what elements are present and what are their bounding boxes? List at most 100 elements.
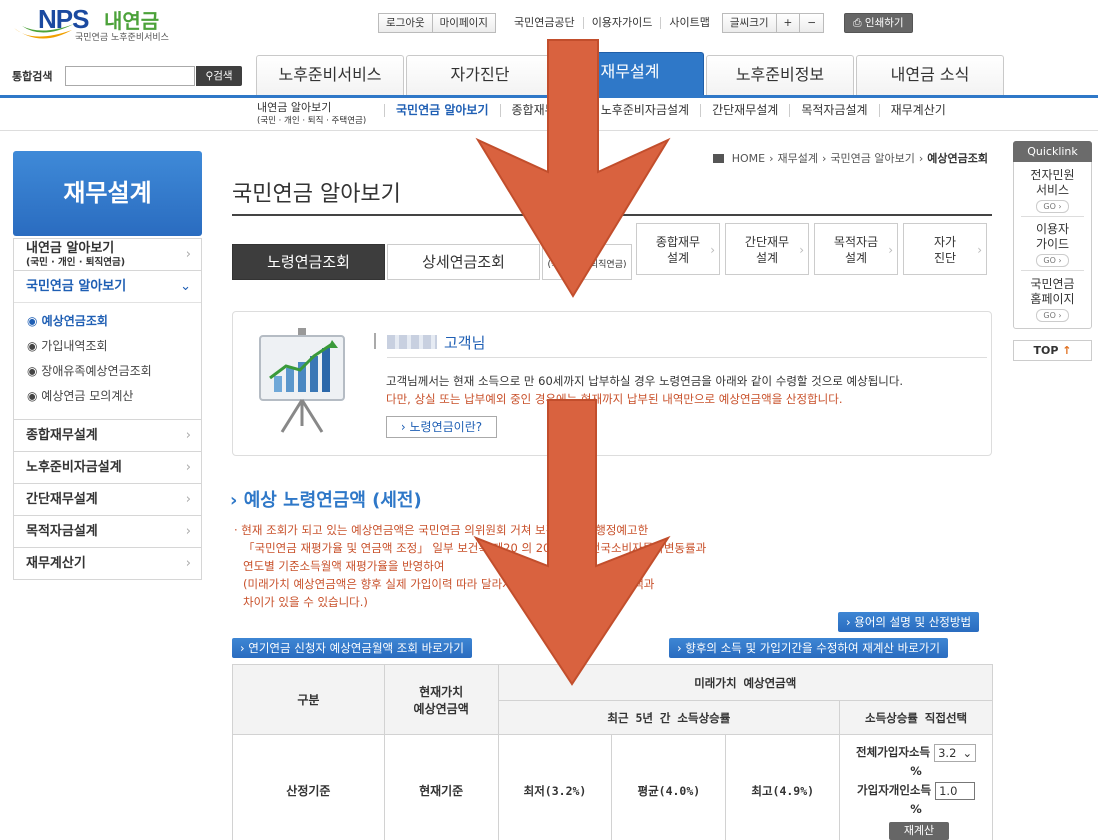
lnb-item-label: 목적자금설계 <box>26 524 98 539</box>
quicklink-label: 국민연금 <box>1030 277 1075 291</box>
th-present-value-l1: 현재가치 <box>419 684 464 699</box>
lnb-item-national-pension[interactable]: 국민연금 알아보기 ⌄ <box>14 270 201 302</box>
go-label: GO <box>1043 202 1056 211</box>
tab-detail-pension[interactable]: 상세연금조회 <box>387 244 540 280</box>
lnb-item-national-pension-label: 국민연금 알아보기 <box>26 279 127 294</box>
subnav-my-pension[interactable]: 내연금 알아보기 <box>257 102 331 113</box>
top-label: TOP <box>1033 344 1059 357</box>
home-icon <box>712 153 724 163</box>
rate-low: 최저(3.2%) <box>497 734 613 840</box>
what-is-pension-button[interactable]: › 노령연금이란? <box>386 416 497 438</box>
recalculate-link-button[interactable]: › 향후의 소득 및 가입기간을 수정하여 재계산 바로가기 <box>669 638 948 658</box>
logout-button[interactable]: 로그아웃 <box>378 12 433 33</box>
quicklink-e-service[interactable]: 전자민원 서비스 GO › <box>1013 168 1092 213</box>
lnb-item-retirement-fund[interactable]: 노후준비자금설계 › <box>14 451 201 483</box>
search-input[interactable] <box>65 66 195 86</box>
tab-comprehensive[interactable]: 종합재무 설계 › <box>636 223 720 275</box>
breadcrumb-item[interactable]: 재무설계 <box>778 150 818 166</box>
quicklink-label: 이용자 <box>1035 222 1070 236</box>
mypage-button[interactable]: 마이페이지 <box>432 12 496 33</box>
quicklink-nps-homepage[interactable]: 국민연금 홈페이지 GO › <box>1013 277 1092 322</box>
divider <box>374 333 376 349</box>
lnb-item-calculator[interactable]: 재무계산기 › <box>14 547 201 579</box>
terms-button[interactable]: › 용어의 설명 및 산정방법 <box>838 612 980 632</box>
subnav-purpose-fund[interactable]: 목적자금설계 <box>789 104 878 117</box>
lnb-item-comprehensive[interactable]: 종합재무설계 › <box>14 419 201 451</box>
tab-label: 종합재무 <box>655 235 701 249</box>
top-button[interactable]: TOP ↑ <box>1013 340 1092 361</box>
bullet-icon: ◉ <box>27 314 42 328</box>
breadcrumb-item[interactable]: 국민연금 알아보기 <box>830 150 914 166</box>
tab-label: 설계 <box>844 251 868 265</box>
what-is-pension-label: 노령연금이란? <box>409 420 483 434</box>
breadcrumb-current: 예상연금조회 <box>927 152 988 165</box>
section-title: › 예상 노령연금액 (세전) <box>230 486 422 512</box>
gnb-tab-self-diagnosis[interactable]: 자가진단 <box>406 55 554 95</box>
tab-label: 설계 <box>666 251 690 265</box>
print-button[interactable]: ⎙ 인쇄하기 <box>844 12 913 33</box>
nps-link[interactable]: 국민연금공단 <box>506 16 583 29</box>
lnb-item-label: 노후준비자금설계 <box>26 460 122 475</box>
chevron-right-icon: › <box>185 492 191 507</box>
quicklink-label: 전자민원 <box>1030 168 1075 182</box>
tab-simple[interactable]: 간단재무설계 › <box>725 223 809 275</box>
lnb-sub-label: 장애유족예상연금조회 <box>41 364 152 378</box>
note-line: · 현재 조회가 되고 있는 예상연금액은 국민연금 의위원회 거쳐 보건 부에… <box>234 523 649 537</box>
sitemap-link[interactable]: 사이트맵 <box>660 16 717 29</box>
lnb-item-simple[interactable]: 간단재무설계 › <box>14 483 201 515</box>
subnav-my-pension-sub: (국민 · 개인 · 퇴직 · 주택연금) <box>257 116 367 126</box>
personal-income-input[interactable]: 1.0 <box>935 781 976 800</box>
tab-old-age-pension[interactable]: 노령연금조회 <box>232 244 385 280</box>
gnb-tab-financial-planning[interactable]: 재무설계 <box>556 52 704 96</box>
lnb-sub-subscription[interactable]: ◉ 가입내역조회 <box>27 334 189 359</box>
subnav-national-pension[interactable]: 국민연금 알아보기 <box>384 104 500 117</box>
chevron-down-icon: ⌄ <box>962 745 973 760</box>
all-income-select[interactable]: 3.2 ⌄ <box>934 743 977 762</box>
sub-nav: 국민연금 알아보기 종합재무설계 노후준비자금설계 간단재무설계 목적자금설계 … <box>384 104 957 117</box>
tab-self-diagnosis[interactable]: 자가 진단 › <box>903 223 987 275</box>
divider <box>1021 216 1084 217</box>
lnb-sub-label: 가입내역조회 <box>41 339 108 353</box>
pct-label: % <box>910 802 922 816</box>
go-label: GO <box>1043 256 1056 265</box>
subnav-simple[interactable]: 간단재무설계 <box>700 104 789 117</box>
chevron-right-icon: › <box>185 524 191 539</box>
chevron-right-icon: › <box>977 243 982 257</box>
lnb-item-my-pension[interactable]: 내연금 알아보기 (국민 · 개인 · 퇴직연금) › <box>14 238 201 270</box>
recalculate-button[interactable]: 재계산 <box>889 822 949 840</box>
main-nav: 노후준비서비스 자가진단 재무설계 노후준비정보 내연금 소식 <box>256 52 1006 97</box>
breadcrumb-home[interactable]: HOME <box>732 152 765 165</box>
subnav-retirement-fund[interactable]: 노후준비자금설계 <box>588 104 700 117</box>
subnav-comprehensive[interactable]: 종합재무설계 <box>499 104 589 117</box>
divider <box>1021 270 1084 271</box>
quicklink-user-guide[interactable]: 이용자 가이드 GO › <box>1013 222 1092 267</box>
subnav-calculator[interactable]: 재무계산기 <box>878 104 957 117</box>
delayed-pension-button[interactable]: › 연기연금 신청자 예상연금월액 조회 바로가기 <box>232 638 472 658</box>
tab-label: 설계 <box>755 251 779 265</box>
lnb-item-purpose-fund[interactable]: 목적자금설계 › <box>14 515 201 547</box>
go-badge: GO › <box>1036 309 1069 322</box>
lnb-sub-expected-pension[interactable]: ◉ 예상연금조회 <box>27 309 189 334</box>
font-plus-button[interactable]: + <box>776 12 801 33</box>
gnb-tab-retirement-info[interactable]: 노후준비정보 <box>706 55 854 95</box>
lnb-sub-simulation[interactable]: ◉ 예상연금 모의계산 <box>27 384 189 409</box>
terms-label: 용어의 설명 및 산정방법 <box>854 615 972 629</box>
gnb-tab-retirement-service[interactable]: 노후준비서비스 <box>256 55 404 95</box>
font-minus-button[interactable]: − <box>800 12 825 33</box>
pension-table: 구분 현재가치 예상연금액 미래가치 예상연금액 최근 5년 간 소득상승률 소득… <box>232 664 994 840</box>
tab-pension-sub[interactable]: (국민·개인·퇴직연금) <box>542 244 632 280</box>
lnb-sub-disability[interactable]: ◉ 장애유족예상연금조회 <box>27 359 189 384</box>
go-label: GO <box>1043 311 1056 320</box>
tab-label: 간단재무 <box>744 235 790 249</box>
note-line: 차이가 있을 수 있습니다.) <box>243 595 368 609</box>
th-future-value: 미래가치 예상연금액 <box>497 664 994 701</box>
chevron-right-icon: › <box>799 243 804 257</box>
row-label: 산정기준 <box>232 734 385 840</box>
tab-purpose-fund[interactable]: 목적자금 설계 › <box>814 223 898 275</box>
gnb-tab-pension-news[interactable]: 내연금 소식 <box>856 55 1004 95</box>
guide-link[interactable]: 이용자가이드 <box>582 16 661 29</box>
th-present-value: 현재가치 예상연금액 <box>383 664 499 735</box>
search-button[interactable]: ⚲검색 <box>196 66 242 86</box>
chevron-right-icon: › <box>185 428 191 443</box>
search-button-label: 검색 <box>213 70 233 82</box>
